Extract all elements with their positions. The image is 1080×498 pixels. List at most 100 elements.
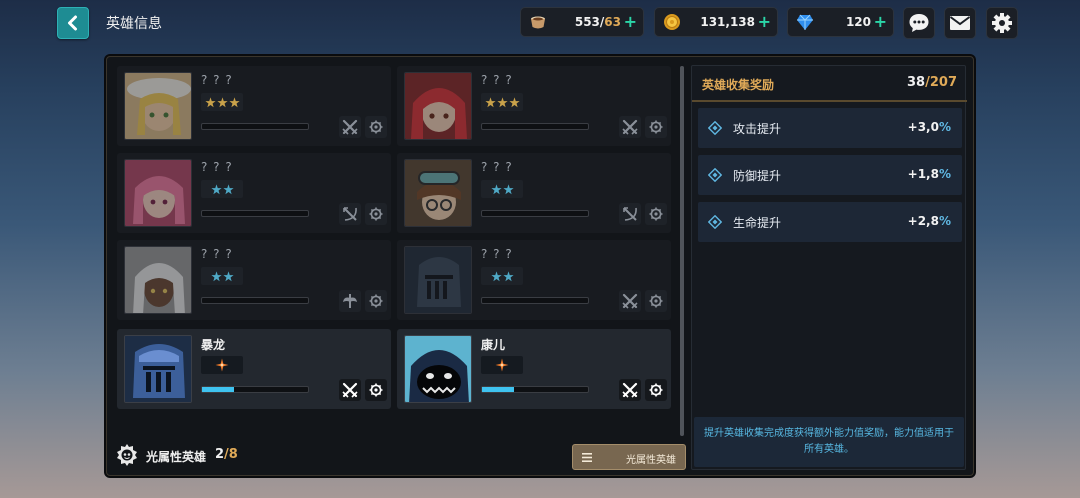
hero-card[interactable]: 暴龙 xyxy=(117,329,391,409)
star-icon xyxy=(508,96,520,107)
hero-class-button[interactable] xyxy=(339,379,361,401)
hero-card[interactable]: ? ? ? xyxy=(397,153,671,233)
star-icon xyxy=(490,183,502,194)
diamond-icon xyxy=(708,168,722,182)
hero-progress-bar xyxy=(481,123,589,130)
hero-settings-button[interactable] xyxy=(365,203,387,225)
gear-icon xyxy=(649,383,663,397)
hero-star-rating xyxy=(201,93,243,111)
hero-star-rating xyxy=(201,356,243,374)
hero-portrait xyxy=(124,335,192,403)
scrollbar-thumb[interactable] xyxy=(680,66,684,436)
gear-icon xyxy=(649,294,663,308)
gear-icon xyxy=(649,120,663,134)
hero-class-button[interactable] xyxy=(619,203,641,225)
settings-button[interactable] xyxy=(986,7,1018,39)
element-filter-button[interactable]: 光属性英雄 xyxy=(572,444,686,470)
star-icon xyxy=(228,96,240,107)
star-icon xyxy=(222,270,234,281)
hero-progress-bar xyxy=(481,386,589,393)
gold-value: 131,138 xyxy=(700,15,755,29)
hero-class-button[interactable] xyxy=(339,116,361,138)
hero-class-button[interactable] xyxy=(339,203,361,225)
defense-bonus-value: +1,8% xyxy=(908,167,951,181)
gold-counter[interactable]: 131,138 + xyxy=(654,7,778,37)
hero-card[interactable]: ? ? ? xyxy=(397,240,671,320)
hero-class-button[interactable] xyxy=(619,116,641,138)
star-icon xyxy=(204,96,216,107)
chat-button[interactable] xyxy=(903,7,935,39)
star-icon xyxy=(210,270,222,281)
crossed-bow-icon xyxy=(623,207,637,221)
back-button[interactable] xyxy=(57,7,89,39)
hero-star-rating xyxy=(481,93,523,111)
hero-settings-button[interactable] xyxy=(645,203,667,225)
filter-button-label: 光属性英雄 xyxy=(626,455,676,466)
collection-reward-panel: 英雄收集奖励 38/207 攻击提升 +3,0% 防御提升 +1,8% 生命提升… xyxy=(691,65,967,470)
crossed-swords-icon xyxy=(622,293,638,309)
hero-card[interactable]: ? ? ? xyxy=(117,153,391,233)
star-icon xyxy=(484,96,496,107)
reward-title: 英雄收集奖励 xyxy=(702,78,775,92)
mail-button[interactable] xyxy=(944,7,976,39)
chevron-left-icon xyxy=(68,15,77,31)
stamina-plus-icon[interactable]: + xyxy=(624,12,637,31)
hero-grid: ? ? ? ? ? ? ? ? ? ? ? ? ? ? ? ? ? ? 暴龙 康儿 xyxy=(117,66,675,412)
gold-coin-icon xyxy=(664,14,680,30)
hero-progress-bar xyxy=(481,210,589,217)
hero-class-button[interactable] xyxy=(339,290,361,312)
hero-name: ? ? ? xyxy=(201,160,233,174)
defense-bonus-number: +1,8 xyxy=(907,167,939,181)
hero-star-rating xyxy=(201,267,243,285)
coffee-stamina-icon xyxy=(531,16,545,29)
collection-progress: 38/207 xyxy=(907,75,957,90)
gem-plus-icon[interactable]: + xyxy=(874,12,887,31)
hero-progress-bar xyxy=(481,297,589,304)
defense-bonus-unit: % xyxy=(938,167,951,181)
attack-bonus-label: 攻击提升 xyxy=(733,122,782,136)
crossed-swords-icon xyxy=(342,119,358,135)
hero-card[interactable]: 康儿 xyxy=(397,329,671,409)
gem-value: 120 xyxy=(845,15,871,29)
attack-bonus-number: +3,0 xyxy=(907,120,939,134)
hero-star-rating xyxy=(481,267,523,285)
star-icon xyxy=(490,270,502,281)
hero-progress-bar xyxy=(201,210,309,217)
gear-icon xyxy=(369,120,383,134)
hero-portrait xyxy=(404,72,472,140)
hero-portrait xyxy=(124,159,192,227)
mail-envelope-icon xyxy=(949,16,971,30)
hero-name: ? ? ? xyxy=(481,73,513,87)
scrollbar[interactable] xyxy=(680,66,684,436)
hero-class-button[interactable] xyxy=(619,290,641,312)
star-icon xyxy=(502,183,514,194)
hero-settings-button[interactable] xyxy=(645,290,667,312)
stamina-counter[interactable]: 553/63 + xyxy=(520,7,644,37)
hero-card[interactable]: ? ? ? xyxy=(397,66,671,146)
hero-settings-button[interactable] xyxy=(645,379,667,401)
hero-settings-button[interactable] xyxy=(365,290,387,312)
hero-card[interactable]: ? ? ? xyxy=(117,66,391,146)
hero-card[interactable]: ? ? ? xyxy=(117,240,391,320)
hero-class-button[interactable] xyxy=(619,379,641,401)
crossed-swords-icon xyxy=(622,382,638,398)
hp-bonus-unit: % xyxy=(938,214,951,228)
staff-wings-icon xyxy=(343,294,357,308)
attack-bonus-row: 攻击提升 +3,0% xyxy=(698,108,962,148)
hero-portrait xyxy=(124,246,192,314)
star-icon xyxy=(222,183,234,194)
hero-settings-button[interactable] xyxy=(645,116,667,138)
gold-plus-icon[interactable]: + xyxy=(758,12,771,31)
hero-name: 暴龙 xyxy=(201,338,226,352)
attack-bonus-unit: % xyxy=(938,120,951,134)
total-count: 8 xyxy=(228,447,238,462)
reward-description: 提升英雄收集完成度获得额外能力值奖励，能力值适用于所有英雄。 xyxy=(694,417,964,467)
gem-counter[interactable]: 120 + xyxy=(787,7,894,37)
hero-settings-button[interactable] xyxy=(365,116,387,138)
hero-settings-button[interactable] xyxy=(365,379,387,401)
diamond-icon xyxy=(708,215,722,229)
list-menu-icon xyxy=(582,453,592,462)
hero-star-rating xyxy=(481,356,523,374)
defense-bonus-row: 防御提升 +1,8% xyxy=(698,155,962,195)
hero-portrait xyxy=(404,159,472,227)
